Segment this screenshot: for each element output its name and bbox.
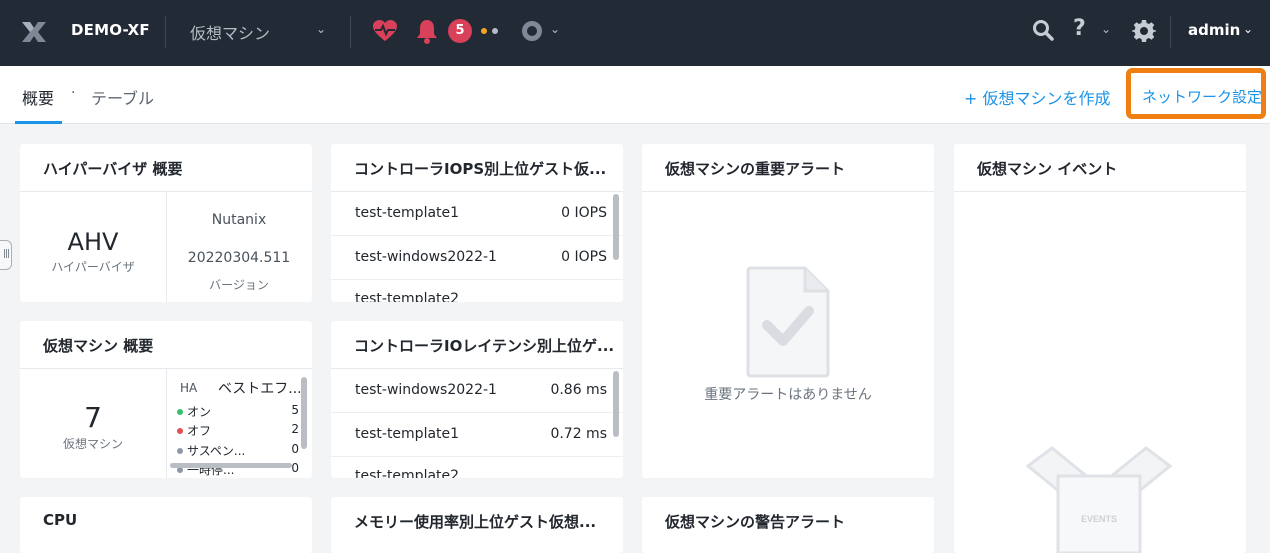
empty-document-check-icon (746, 266, 830, 378)
tasks-circle-icon[interactable] (522, 21, 542, 41)
vm-state-suspended: サスペン... 0 (177, 442, 299, 460)
vm-state-on: オン 5 (177, 403, 299, 421)
create-vm-button[interactable]: + 仮想マシンを作成 (964, 85, 1111, 109)
top-vms-by-memory-card: メモリー使用率別上位ゲスト仮想... (331, 497, 623, 553)
card-title: CPU (43, 511, 78, 529)
divider (1170, 16, 1171, 48)
network-config-button[interactable]: ネットワーク設定 (1126, 68, 1266, 119)
ha-label: HA (180, 381, 198, 395)
user-menu[interactable]: admin (1188, 21, 1240, 39)
list-item[interactable]: test-template2 (331, 457, 623, 478)
card-title: ハイパーバイザ 概要 (43, 160, 183, 178)
top-navigation-bar: DEMO-XF 仮想マシン ⌄ 5 ⌄ ? ⌄ admin ⌄ (0, 0, 1270, 66)
card-title: 仮想マシンの警告アラート (665, 513, 846, 531)
no-critical-alerts-message: 重要アラートはありません (704, 387, 872, 403)
vm-state-off: オフ 2 (177, 422, 299, 440)
hypervisor-version-label: バージョン (209, 278, 269, 292)
ha-value: ベストエフ... (218, 381, 302, 397)
hypervisor-type: AHV (67, 228, 119, 256)
hypervisor-type-label: ハイパーバイザ (51, 260, 135, 274)
top-vms-by-iops-card: コントローラIOPS別上位ゲスト仮... test-template1 0 IO… (331, 144, 623, 302)
divider (165, 16, 166, 48)
card-title: 仮想マシン イベント (977, 160, 1118, 178)
nutanix-x-logo-icon[interactable] (20, 20, 48, 44)
status-dot-icon (177, 428, 183, 434)
hypervisor-summary-card: ハイパーバイザ 概要 AHV ハイパーバイザ Nutanix 20220304.… (20, 144, 312, 302)
hypervisor-version: 20220304.511 (187, 250, 291, 266)
status-dot-icon (177, 409, 183, 415)
health-heart-icon[interactable] (372, 19, 398, 43)
tab-separator: · (71, 85, 76, 101)
top-vms-by-latency-card: コントローラIOレイテンシ別上位ゲ... test-windows2022-1 … (331, 321, 623, 478)
divider (350, 16, 351, 48)
horizontal-scrollbar[interactable] (170, 463, 292, 468)
card-title: コントローラIOPS別上位ゲスト仮... (354, 160, 607, 178)
chevron-down-icon[interactable]: ⌄ (1101, 22, 1111, 36)
grip-icon: ||| (3, 249, 10, 259)
list-item[interactable]: test-windows2022-1 0 IOPS (331, 236, 623, 280)
chevron-down-icon[interactable]: ⌄ (316, 22, 326, 36)
alert-count-badge[interactable]: 5 (448, 19, 472, 43)
card-title: 仮想マシン 概要 (43, 337, 154, 355)
scrollbar[interactable] (613, 371, 619, 437)
vm-summary-card: 仮想マシン 概要 7 仮想マシン HA ベストエフ... オン 5 オフ 2 サ… (20, 321, 312, 478)
card-title: メモリー使用率別上位ゲスト仮想... (354, 513, 597, 531)
scrollbar[interactable] (613, 194, 619, 260)
vm-critical-alerts-card: 仮想マシンの重要アラート 重要アラートはありません (642, 144, 934, 478)
scrollbar[interactable] (301, 377, 307, 449)
card-title: コントローラIOレイテンシ別上位ゲ... (354, 337, 615, 355)
tab-table[interactable]: テーブル (91, 85, 154, 109)
status-dot-icon (177, 448, 183, 454)
help-icon[interactable]: ? (1073, 16, 1086, 41)
vm-count-label: 仮想マシン (62, 437, 123, 451)
alert-bell-icon[interactable] (416, 18, 438, 44)
list-item[interactable]: test-template1 0 IOPS (331, 192, 623, 236)
hypervisor-vendor: Nutanix (211, 212, 267, 228)
vm-events-card: 仮想マシン イベント EVENTS (954, 144, 1246, 553)
chevron-down-icon[interactable]: ⌄ (1243, 22, 1253, 36)
cluster-name[interactable]: DEMO-XF (71, 21, 150, 39)
cpu-card: CPU (20, 497, 312, 553)
search-icon[interactable] (1032, 19, 1054, 41)
network-config-label: ネットワーク設定 (1142, 88, 1263, 106)
empty-events-box-icon: EVENTS (1025, 446, 1173, 553)
sub-navigation-bar: 概要 · テーブル + 仮想マシンを作成 ネットワーク設定 (0, 66, 1270, 124)
events-box-label: EVENTS (1081, 514, 1117, 524)
warning-dot-icon[interactable] (481, 28, 487, 34)
chevron-down-icon[interactable]: ⌄ (550, 22, 560, 36)
card-title: 仮想マシンの重要アラート (665, 160, 846, 178)
list-item[interactable]: test-windows2022-1 0.86 ms (331, 369, 623, 413)
active-tab-indicator (15, 121, 62, 124)
tab-overview[interactable]: 概要 (22, 85, 54, 109)
list-item[interactable]: test-template1 0.72 ms (331, 413, 623, 457)
gear-icon[interactable] (1132, 19, 1156, 43)
side-panel-handle[interactable]: ||| (0, 240, 12, 270)
info-dot-icon[interactable] (492, 28, 498, 34)
vm-warning-alerts-card: 仮想マシンの警告アラート (642, 497, 934, 553)
entity-selector[interactable]: 仮想マシン (190, 20, 270, 44)
vm-count: 7 (84, 401, 102, 434)
list-item[interactable]: test-template2 (331, 280, 623, 302)
